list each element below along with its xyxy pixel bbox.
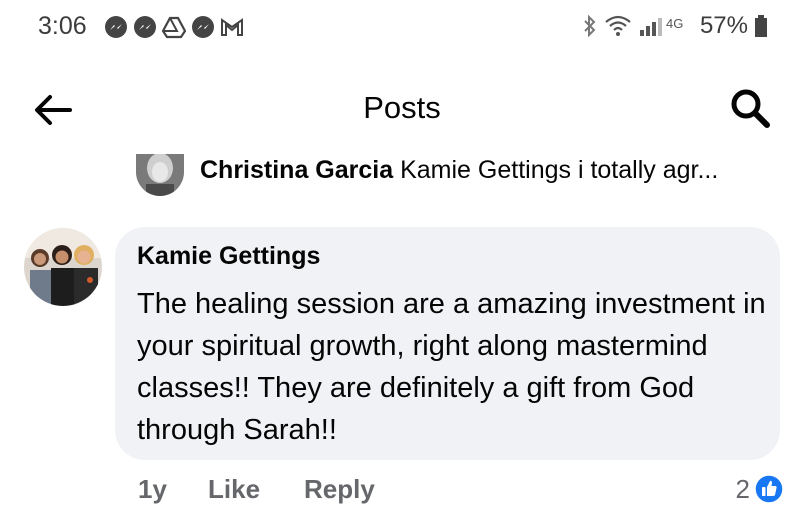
gmail-icon (221, 18, 243, 36)
comment-time[interactable]: 1y (138, 474, 167, 505)
reply-button[interactable]: Reply (304, 474, 375, 505)
search-icon[interactable] (728, 86, 772, 130)
previous-reply-author[interactable]: Christina Garcia (200, 156, 393, 184)
avatar[interactable] (136, 154, 184, 196)
comment-author[interactable]: Kamie Gettings (137, 242, 320, 271)
top-bar: Posts (0, 70, 804, 146)
status-time: 3:06 (38, 12, 87, 40)
reaction-count[interactable]: 2 (736, 474, 750, 505)
previous-reply-snippet: Kamie Gettings i totally agr... (400, 156, 719, 184)
status-bar: 3:06 4G 57% (0, 0, 804, 60)
comment-bubble[interactable]: Kamie Gettings The healing session are a… (115, 227, 780, 460)
signal-icon: 4G (639, 16, 683, 36)
screen: 3:06 4G 57% Posts Christina Garcia Kamie… (0, 0, 804, 526)
like-button[interactable]: Like (208, 474, 260, 505)
messenger-icon (105, 16, 127, 38)
messenger-icon (192, 16, 214, 38)
system-icons: 4G 57% (582, 12, 768, 40)
battery-icon (755, 15, 767, 37)
avatar[interactable] (24, 228, 102, 306)
messenger-icon (134, 16, 156, 38)
page-title: Posts (363, 90, 441, 125)
comment-actions: 1y Like Reply 2 (138, 474, 788, 514)
previous-reply[interactable]: Christina Garcia Kamie Gettings i totall… (136, 150, 786, 196)
drive-icon (162, 16, 186, 39)
comment-body: The healing session are a amazing invest… (137, 288, 766, 446)
battery-percent: 57% (699, 12, 748, 39)
previous-reply-text: Christina Garcia Kamie Gettings i totall… (200, 156, 780, 185)
notification-icons (104, 15, 244, 39)
bluetooth-icon (584, 14, 596, 38)
wifi-icon (605, 15, 631, 36)
thumbs-up-icon[interactable] (754, 474, 784, 504)
svg-text:4G: 4G (666, 16, 683, 31)
